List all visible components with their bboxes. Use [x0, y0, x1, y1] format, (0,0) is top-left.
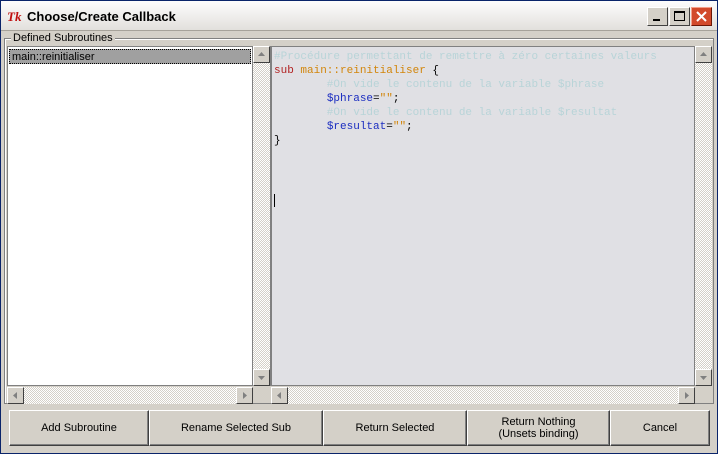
close-icon — [696, 11, 707, 22]
arrow-up-icon — [700, 52, 707, 56]
code-token-keyword: sub — [274, 65, 301, 77]
code-token-plain: ; — [406, 121, 413, 133]
code-line: } — [274, 134, 657, 148]
arrow-down-icon — [258, 376, 265, 380]
arrow-up-icon — [258, 52, 265, 56]
svg-text:Tk: Tk — [7, 9, 22, 24]
code-token-str: "" — [392, 121, 407, 133]
scroll-down-button[interactable] — [253, 369, 270, 386]
code-token-comment: #On vide le contenu de la variable $resu… — [274, 107, 618, 119]
button-bar: Add Subroutine Rename Selected Sub Retur… — [9, 410, 710, 446]
minimize-button[interactable] — [647, 7, 668, 26]
code-token-plain: } — [274, 135, 281, 147]
code-line: sub main::reinitialiser { — [274, 64, 657, 78]
arrow-left-icon — [277, 392, 281, 399]
code-editor[interactable]: #Procédure permettant de remettre à zéro… — [271, 46, 695, 386]
editor-horizontal-scrollbar[interactable] — [271, 387, 695, 404]
arrow-right-icon — [685, 392, 689, 399]
scroll-up-button[interactable] — [253, 46, 270, 63]
code-token-plain: ; — [392, 93, 400, 105]
code-line: #On vide le contenu de la variable $resu… — [274, 106, 657, 120]
code-token-plain: { — [425, 65, 440, 77]
editor-vertical-scrollbar[interactable] — [695, 46, 712, 386]
return-selected-button[interactable]: Return Selected — [323, 410, 467, 446]
add-subroutine-label: Add Subroutine — [41, 422, 117, 434]
code-line: $resultat=""; — [274, 120, 657, 134]
scroll-right-button[interactable] — [236, 387, 253, 404]
return-nothing-label: Return Nothing — [501, 416, 576, 428]
scroll-left-button[interactable] — [7, 387, 24, 404]
unsets-binding-label: (Unsets binding) — [498, 428, 579, 440]
code-token-var: $phrase — [326, 93, 374, 105]
code-text[interactable]: #Procédure permettant de remettre à zéro… — [274, 50, 657, 148]
editor-scroll-down-button[interactable] — [695, 369, 712, 386]
editor-scroll-up-button[interactable] — [695, 46, 712, 63]
arrow-left-icon — [13, 392, 17, 399]
list-horizontal-scrollbar[interactable] — [7, 387, 253, 404]
text-caret — [274, 194, 275, 207]
editor-scroll-left-button[interactable] — [271, 387, 288, 404]
subroutine-list[interactable]: main::reinitialiser — [7, 46, 253, 386]
tk-icon: Tk — [7, 8, 23, 24]
return-nothing-button[interactable]: Return Nothing (Unsets binding) — [467, 410, 610, 446]
maximize-icon — [674, 11, 685, 21]
rename-selected-sub-button[interactable]: Rename Selected Sub — [149, 410, 323, 446]
arrow-down-icon — [700, 376, 707, 380]
window-title: Choose/Create Callback — [27, 9, 176, 24]
code-token-plain: = — [373, 93, 380, 105]
code-token-var: $resultat — [326, 121, 387, 133]
cancel-label: Cancel — [642, 422, 678, 434]
code-line: $phrase=""; — [274, 92, 657, 106]
rename-selected-sub-label: Rename Selected Sub — [180, 422, 292, 434]
minimize-icon — [653, 19, 660, 21]
editor-scroll-right-button[interactable] — [678, 387, 695, 404]
title-bar[interactable]: Tk Choose/Create Callback — [1, 1, 717, 31]
return-selected-label: Return Selected — [355, 422, 435, 434]
list-vertical-scrollbar[interactable] — [253, 46, 270, 386]
code-token-comment: #Procédure permettant de remettre à zéro… — [274, 51, 657, 63]
code-line: #On vide le contenu de la variable $phra… — [274, 78, 657, 92]
group-label: Defined Subroutines — [11, 32, 115, 44]
code-token-plain: = — [386, 121, 393, 133]
code-token-comment: #On vide le contenu de la variable $phra… — [274, 79, 605, 91]
list-item[interactable]: main::reinitialiser — [9, 49, 251, 64]
arrow-right-icon — [243, 392, 247, 399]
code-token-str: "" — [379, 93, 393, 105]
code-token-name: main::reinitialiser — [300, 65, 426, 77]
maximize-button[interactable] — [669, 7, 690, 26]
cancel-button[interactable]: Cancel — [610, 410, 710, 446]
close-button[interactable] — [691, 7, 712, 26]
add-subroutine-button[interactable]: Add Subroutine — [9, 410, 149, 446]
dialog-window: Tk Choose/Create Callback Defined Subrou… — [0, 0, 718, 454]
code-line: #Procédure permettant de remettre à zéro… — [274, 50, 657, 64]
